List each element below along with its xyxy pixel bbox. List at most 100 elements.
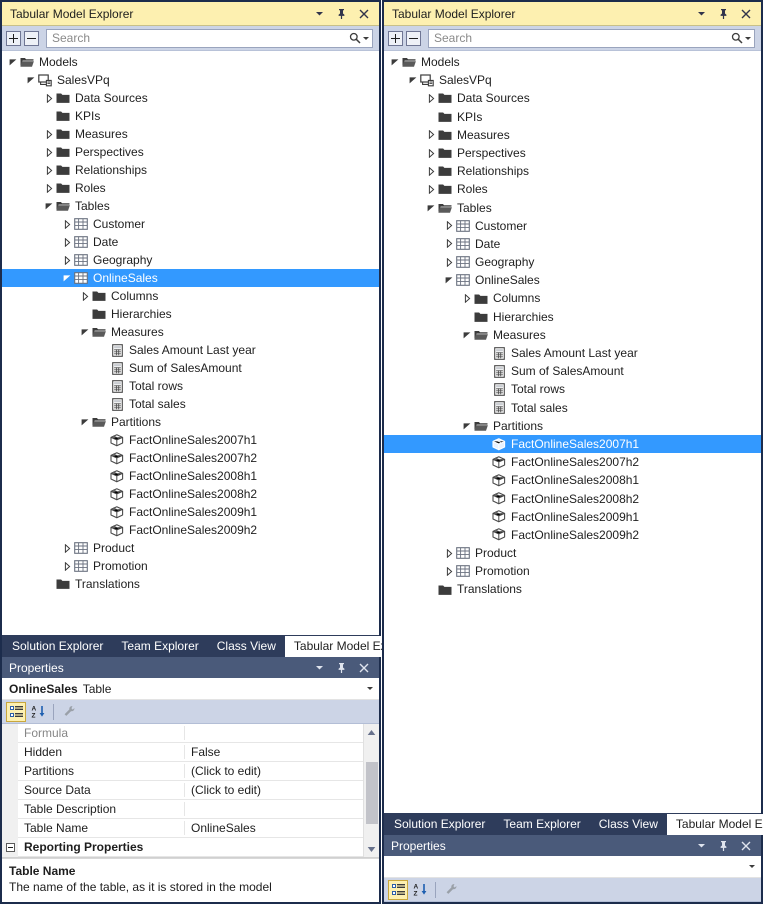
tree-item[interactable]: OnlineSales: [2, 269, 379, 287]
chevron-right-icon[interactable]: [444, 562, 455, 580]
chevron-down-icon[interactable]: [313, 7, 326, 20]
tab-team-explorer[interactable]: Team Explorer: [494, 813, 589, 835]
tree-item[interactable]: Date: [2, 233, 379, 251]
tree-item[interactable]: FactOnlineSales2008h2: [2, 485, 379, 503]
chevron-down-icon[interactable]: [390, 53, 401, 71]
right-properties-object-selector[interactable]: [384, 856, 761, 878]
tree-item[interactable]: Product: [2, 539, 379, 557]
property-pages-icon[interactable]: [59, 702, 79, 722]
pin-icon[interactable]: [717, 839, 730, 852]
chevron-down-icon[interactable]: [695, 839, 708, 852]
tree-item[interactable]: Perspectives: [2, 143, 379, 161]
chevron-down-icon[interactable]: [8, 53, 19, 71]
chevron-right-icon[interactable]: [444, 544, 455, 562]
tree-item[interactable]: Sum of SalesAmount: [384, 362, 761, 380]
chevron-right-icon[interactable]: [444, 235, 455, 253]
tree-item[interactable]: Geography: [2, 251, 379, 269]
tree-item[interactable]: Total sales: [384, 399, 761, 417]
tree-item[interactable]: KPIs: [2, 107, 379, 125]
tree-item[interactable]: Sum of SalesAmount: [2, 359, 379, 377]
tab-team-explorer[interactable]: Team Explorer: [112, 635, 207, 657]
tree-item[interactable]: Columns: [2, 287, 379, 305]
property-row[interactable]: Hidden False: [18, 743, 363, 762]
tree-item[interactable]: FactOnlineSales2007h1: [384, 434, 761, 454]
tree-item[interactable]: Hierarchies: [2, 305, 379, 323]
tree-item[interactable]: Partitions: [2, 413, 379, 431]
chevron-down-icon[interactable]: [408, 71, 419, 89]
chevron-right-icon[interactable]: [62, 251, 73, 269]
tab-class-view[interactable]: Class View: [208, 635, 285, 657]
property-pages-icon[interactable]: [441, 880, 461, 900]
close-icon[interactable]: [357, 661, 370, 674]
chevron-right-icon[interactable]: [444, 217, 455, 235]
tree-item[interactable]: FactOnlineSales2009h1: [384, 508, 761, 526]
chevron-right-icon[interactable]: [426, 162, 437, 180]
tree-item[interactable]: Customer: [2, 215, 379, 233]
chevron-down-icon[interactable]: [80, 413, 91, 431]
tree-item[interactable]: SalesVPq: [384, 71, 761, 89]
tree-item[interactable]: Measures: [384, 126, 761, 144]
properties-grid-rows[interactable]: Formula Hidden False Partitions (Click to ed…: [5, 724, 363, 857]
close-icon[interactable]: [739, 7, 752, 20]
right-search-box[interactable]: [428, 28, 755, 48]
chevron-right-icon[interactable]: [426, 126, 437, 144]
collapse-all-icon[interactable]: [24, 30, 39, 46]
tree-item[interactable]: Relationships: [384, 162, 761, 180]
tree-item[interactable]: FactOnlineSales2007h1: [2, 431, 379, 449]
tab-solution-explorer[interactable]: Solution Explorer: [385, 813, 494, 835]
tree-item[interactable]: Translations: [384, 580, 761, 598]
left-search-box[interactable]: [46, 28, 373, 48]
tree-item[interactable]: Date: [384, 235, 761, 253]
right-tool-window-tabs[interactable]: Solution Explorer Team Explorer Class View…: [384, 813, 763, 835]
alphabetical-sort-icon[interactable]: A Z: [410, 880, 430, 900]
property-value[interactable]: (Click to edit): [185, 764, 363, 778]
tree-item[interactable]: FactOnlineSales2007h2: [2, 449, 379, 467]
tree-item[interactable]: Relationships: [2, 161, 379, 179]
tree-item[interactable]: FactOnlineSales2009h1: [2, 503, 379, 521]
tree-item[interactable]: Total rows: [384, 380, 761, 398]
scroll-down-arrow-icon[interactable]: [364, 841, 380, 857]
scroll-up-arrow-icon[interactable]: [364, 724, 380, 740]
chevron-down-icon[interactable]: [80, 323, 91, 341]
chevron-right-icon[interactable]: [62, 539, 73, 557]
chevron-right-icon[interactable]: [426, 89, 437, 107]
tree-item[interactable]: Hierarchies: [384, 308, 761, 326]
magnifier-icon[interactable]: [348, 32, 372, 44]
tree-item[interactable]: Promotion: [2, 557, 379, 575]
search-input[interactable]: [429, 29, 730, 47]
search-options-chevron-icon[interactable]: [745, 36, 751, 40]
pin-icon[interactable]: [335, 661, 348, 674]
chevron-down-icon[interactable]: [367, 687, 373, 690]
chevron-right-icon[interactable]: [62, 557, 73, 575]
tree-item[interactable]: FactOnlineSales2009h2: [2, 521, 379, 539]
chevron-down-icon[interactable]: [695, 7, 708, 20]
property-row[interactable]: Table Name OnlineSales: [18, 819, 363, 838]
chevron-down-icon[interactable]: [462, 326, 473, 344]
property-row[interactable]: Table Description: [18, 800, 363, 819]
tree-item[interactable]: OnlineSales: [384, 271, 761, 289]
property-row[interactable]: Partitions (Click to edit): [18, 762, 363, 781]
left-model-tree[interactable]: Models SalesVPq Data Sources KPIs Measures Pe…: [2, 51, 379, 635]
categorized-view-icon[interactable]: [6, 701, 26, 722]
chevron-right-icon[interactable]: [444, 253, 455, 271]
collapse-category-icon[interactable]: [2, 842, 18, 852]
tree-item[interactable]: Measures: [2, 323, 379, 341]
tree-item[interactable]: Translations: [2, 575, 379, 593]
properties-grid-scrollbar[interactable]: [363, 724, 379, 857]
tree-item[interactable]: KPIs: [384, 108, 761, 126]
chevron-right-icon[interactable]: [426, 180, 437, 198]
tree-item[interactable]: Roles: [384, 180, 761, 198]
expand-all-icon[interactable]: [388, 30, 403, 46]
tree-item[interactable]: Partitions: [384, 417, 761, 435]
tree-item[interactable]: Roles: [2, 179, 379, 197]
tab-class-view[interactable]: Class View: [590, 813, 667, 835]
tree-item[interactable]: FactOnlineSales2008h1: [384, 471, 761, 489]
chevron-down-icon[interactable]: [444, 271, 455, 289]
tree-item[interactable]: SalesVPq: [2, 71, 379, 89]
tree-item[interactable]: Total rows: [2, 377, 379, 395]
chevron-down-icon[interactable]: [26, 71, 37, 89]
tree-item[interactable]: Models: [384, 53, 761, 71]
chevron-right-icon[interactable]: [62, 233, 73, 251]
scrollbar-thumb[interactable]: [365, 762, 378, 824]
chevron-right-icon[interactable]: [80, 287, 91, 305]
